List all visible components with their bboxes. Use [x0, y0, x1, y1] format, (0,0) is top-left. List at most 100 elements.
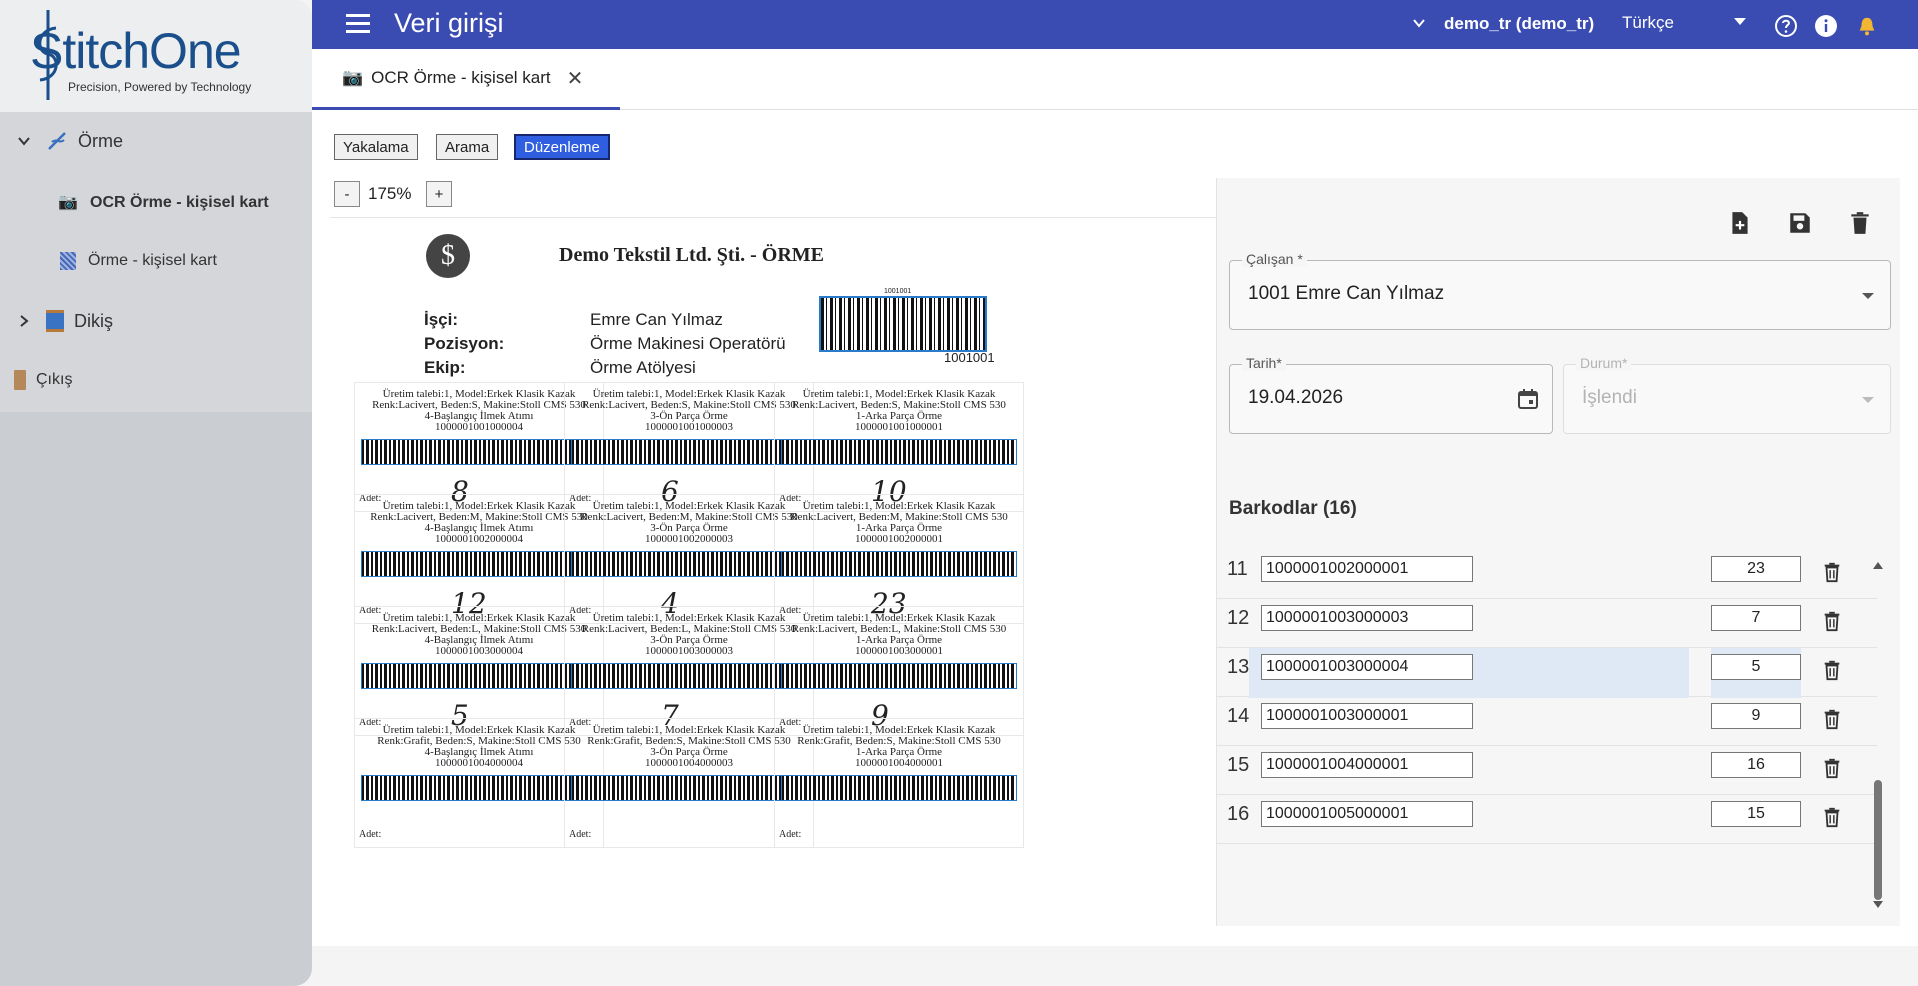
delete-icon[interactable] — [1847, 210, 1873, 236]
row-index: 11 — [1227, 558, 1248, 580]
nav-group-dikis[interactable]: Dikiş — [16, 310, 113, 332]
barcode-card: Üretim talebi:1, Model:Erkek Klasik Kaza… — [774, 718, 1024, 848]
barcode-code-input[interactable]: 1000001003000004 — [1261, 654, 1473, 680]
user-menu[interactable]: demo_tr (demo_tr) — [1444, 14, 1594, 34]
logo-wordmark: StitchOne — [30, 23, 242, 79]
barcode-image — [571, 775, 807, 801]
barcode-code-input[interactable]: 1000001002000001 — [1261, 556, 1473, 582]
sidebar-item-orme-kart[interactable]: Örme - kişisel kart — [60, 252, 217, 270]
row-index: 12 — [1227, 607, 1250, 629]
sidebar: StitchOne Precision, Powered by Technolo… — [0, 0, 312, 986]
barcode-card-line: 1000001004000001 — [855, 757, 943, 769]
scrollbar-thumb[interactable] — [1874, 780, 1882, 900]
quantity-input[interactable]: 15 — [1711, 801, 1801, 827]
logout-label: Çıkış — [36, 371, 73, 388]
scroll-up-icon[interactable] — [1872, 560, 1884, 570]
knitting-needle-icon — [48, 132, 66, 150]
save-icon[interactable] — [1787, 210, 1813, 236]
delete-icon[interactable] — [1821, 707, 1843, 731]
logout-button[interactable]: Çıkış — [14, 370, 72, 390]
delete-icon[interactable] — [1821, 756, 1843, 780]
barcodes-title: Barkodlar (16) — [1229, 498, 1357, 519]
zoom-out-button[interactable]: - — [334, 181, 360, 207]
barcode-code-input[interactable]: 1000001005000001 — [1261, 801, 1473, 827]
new-document-icon[interactable] — [1727, 210, 1753, 236]
status-select: Durum* İşlendi — [1563, 355, 1891, 434]
barcode-image — [361, 439, 597, 465]
quantity-label: Adet: — [359, 829, 382, 840]
employee-select[interactable]: Çalışan * 1001 Emre Can Yılmaz — [1229, 251, 1891, 330]
help-icon[interactable] — [1774, 14, 1798, 38]
date-field[interactable]: Tarih* 19.04.2026 — [1229, 355, 1553, 434]
barcode-row[interactable]: 15 1000001004000001 16 — [1217, 746, 1877, 795]
zoom-level: 175% — [368, 184, 412, 203]
info-icon[interactable] — [1814, 14, 1838, 38]
menu-icon[interactable] — [346, 14, 370, 34]
barcode-code-input[interactable]: 1000001003000001 — [1261, 703, 1473, 729]
date-label: Tarih* — [1242, 355, 1286, 371]
mode-button-yakalama[interactable]: Yakalama — [334, 134, 418, 160]
row-index: 14 — [1227, 705, 1250, 727]
barcode-list-scrollbar[interactable] — [1870, 560, 1884, 910]
close-icon[interactable]: ✕ — [567, 66, 584, 91]
status-label: Durum* — [1576, 355, 1632, 371]
status-value: İşlendi — [1582, 387, 1637, 408]
language-caret-icon[interactable] — [1734, 18, 1746, 25]
tab-ocr-orme[interactable]: 📷 OCR Örme - kişisel kart ✕ — [312, 49, 620, 110]
nav-group-label: Dikiş — [74, 310, 113, 331]
delete-icon[interactable] — [1821, 560, 1843, 584]
barcode-card-line: 1000001003000001 — [855, 645, 943, 657]
worker-value: Emre Can Yılmaz — [590, 310, 723, 329]
logo-tagline: Precision, Powered by Technology — [68, 80, 252, 94]
position-label: Pozisyon: — [424, 334, 505, 353]
row-index: 16 — [1227, 803, 1250, 825]
barcode-row[interactable]: 13 1000001003000004 5 — [1217, 648, 1877, 698]
barcode-code-input[interactable]: 1000001003000003 — [1261, 605, 1473, 631]
quantity-input[interactable]: 9 — [1711, 703, 1801, 729]
barcode-image — [571, 551, 807, 577]
row-index: 15 — [1227, 754, 1250, 776]
delete-icon[interactable] — [1821, 805, 1843, 829]
chevron-down-icon — [18, 137, 30, 146]
barcode-image — [361, 775, 597, 801]
date-value: 19.04.2026 — [1248, 387, 1344, 408]
barcode-code-input[interactable]: 1000001004000001 — [1261, 752, 1473, 778]
calendar-icon[interactable] — [1516, 387, 1540, 411]
worker-label: İşçi: — [424, 310, 459, 329]
nav-group-orme[interactable]: Örme — [16, 130, 123, 152]
mode-button-arama[interactable]: Arama — [436, 134, 499, 160]
scroll-down-icon[interactable] — [1872, 900, 1884, 910]
barcode-row[interactable]: 16 1000001005000001 15 — [1217, 795, 1877, 844]
fabric-icon — [60, 252, 76, 270]
barcode-image — [361, 551, 597, 577]
bell-icon[interactable] — [1856, 14, 1878, 38]
sidebar-item-label: Örme - kişisel kart — [88, 252, 217, 269]
barcode-image — [781, 775, 1017, 801]
quantity-input[interactable]: 5 — [1711, 654, 1801, 680]
barcode-card-line: 1000001002000001 — [855, 533, 943, 545]
position-value: Örme Makinesi Operatörü — [590, 334, 786, 353]
employee-label: Çalışan * — [1242, 251, 1307, 267]
barcode-image — [781, 551, 1017, 577]
barcode-row[interactable]: 12 1000001003000003 7 — [1217, 599, 1877, 648]
delete-icon[interactable] — [1821, 609, 1843, 633]
scanned-document: $ Demo Tekstil Ltd. Şti. - ÖRME İşçi: Em… — [332, 218, 1316, 946]
tab-label: OCR Örme - kişisel kart — [371, 68, 551, 87]
sidebar-item-ocr-orme[interactable]: 📷 OCR Örme - kişisel kart — [58, 192, 269, 214]
quantity-input[interactable]: 23 — [1711, 556, 1801, 582]
footer-strip — [312, 946, 1918, 986]
barcode-card: Üretim talebi:1, Model:Erkek Klasik Kaza… — [774, 606, 1024, 736]
row-index: 13 — [1227, 656, 1250, 678]
zoom-in-button[interactable]: + — [426, 181, 452, 207]
barcode-row[interactable]: 11 1000001002000001 23 — [1217, 550, 1877, 599]
team-label: Ekip: — [424, 358, 466, 377]
barcode-image — [781, 663, 1017, 689]
mode-button-duzenleme[interactable]: Düzenleme — [514, 134, 610, 160]
quantity-input[interactable]: 7 — [1711, 605, 1801, 631]
nav-group-label: Örme — [78, 130, 123, 151]
language-select[interactable]: Türkçe — [1622, 13, 1674, 33]
barcode-row[interactable]: 14 1000001003000001 9 — [1217, 697, 1877, 746]
chevron-down-icon[interactable] — [1412, 16, 1426, 30]
delete-icon[interactable] — [1821, 658, 1843, 682]
quantity-input[interactable]: 16 — [1711, 752, 1801, 778]
